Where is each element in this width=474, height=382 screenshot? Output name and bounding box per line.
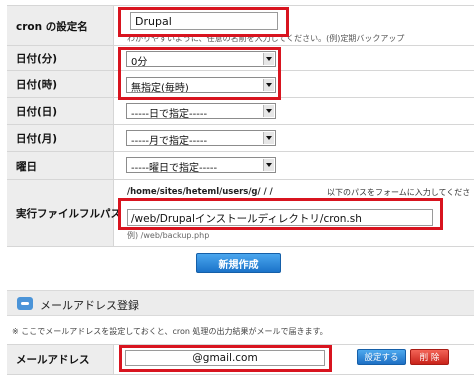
day-label: 日付(日) [7, 98, 114, 125]
weekday-row: 曜日 -----曜日で指定----- [7, 151, 474, 180]
weekday-select-value: -----曜日で指定----- [131, 163, 218, 173]
create-button[interactable]: 新規作成 [196, 253, 281, 273]
weekday-select[interactable]: -----曜日で指定----- [126, 157, 276, 173]
day-select-value: -----日で指定----- [131, 109, 208, 119]
highlight-min-hour [118, 47, 281, 100]
set-mail-button[interactable]: 設定する [357, 349, 406, 365]
highlight-cron-name [118, 7, 289, 37]
weekday-label: 曜日 [7, 152, 114, 180]
highlight-exec-path [118, 198, 443, 230]
exec-base-path: /home/sites/heteml/users/g/ / / [127, 187, 273, 197]
cron-name-label: cron の設定名 [7, 6, 114, 46]
hour-label: 日付(時) [7, 71, 114, 98]
month-select-value: -----月で指定----- [131, 136, 208, 146]
day-row: 日付(日) -----日で指定----- [7, 97, 474, 125]
exec-path-label: 実行ファイルフルパス [7, 180, 121, 246]
month-select[interactable]: -----月で指定----- [126, 130, 276, 146]
mail-icon [17, 297, 33, 310]
highlight-mail [119, 345, 332, 372]
mail-section-note: ※ ここでメールアドレスを設定しておくと、cron 処理の出力結果がメールで届き… [12, 327, 328, 336]
exec-path-instruction: 以下のパスをフォームに入力してくださ [327, 188, 471, 197]
chevron-down-icon[interactable] [263, 105, 274, 117]
mail-label: メールアドレス [7, 345, 114, 374]
month-row: 日付(月) -----月で指定----- [7, 124, 474, 152]
mail-section-title: メールアドレス登録 [40, 299, 139, 312]
minute-label: 日付(分) [7, 46, 114, 71]
chevron-down-icon[interactable] [263, 132, 274, 144]
day-select[interactable]: -----日で指定----- [126, 103, 276, 119]
month-label: 日付(月) [7, 125, 114, 152]
exec-path-example: 例) /web/backup.php [127, 231, 210, 240]
delete-mail-button[interactable]: 削 除 [410, 349, 449, 365]
chevron-down-icon[interactable] [263, 159, 274, 171]
mail-section-header: メールアドレス登録 [7, 290, 474, 316]
